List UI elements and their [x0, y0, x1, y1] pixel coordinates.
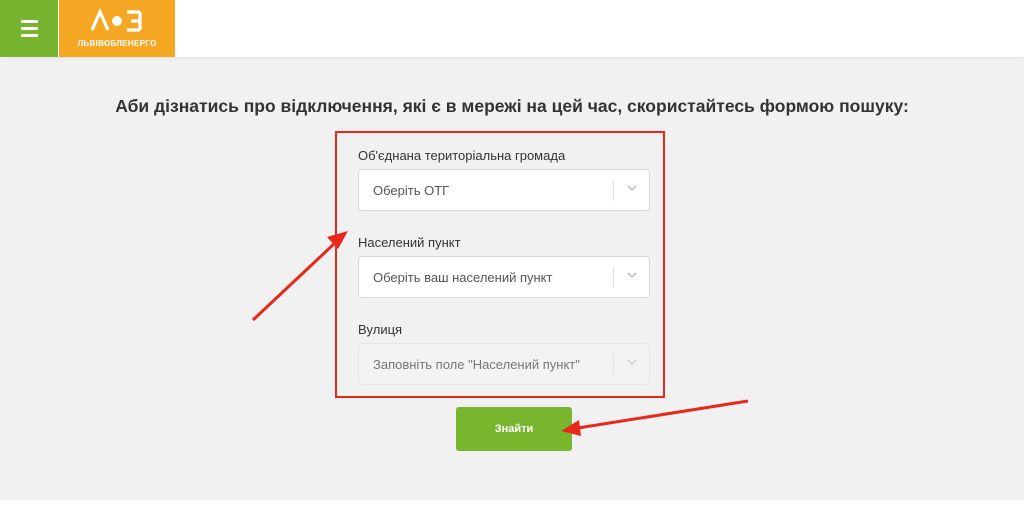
- chevron-down-icon[interactable]: [627, 185, 637, 192]
- street-label: Вулиця: [358, 322, 403, 337]
- page-title: Аби дізнатись про відключення, які є в м…: [115, 96, 909, 116]
- logo-text: ЛЬВІВОБЛЕНЕРГО: [77, 39, 157, 48]
- select-separator: [613, 354, 614, 375]
- menu-icon-bar-2: [21, 27, 38, 30]
- menu-button[interactable]: [0, 0, 58, 57]
- select-separator: [613, 267, 614, 288]
- chevron-down-icon: [627, 359, 637, 365]
- menu-icon-bar-1: [21, 20, 38, 23]
- search-button[interactable]: Знайти: [456, 407, 572, 451]
- menu-icon-bar-3: [21, 34, 38, 37]
- street-select-value: Заповніть поле "Населений пункт": [373, 357, 580, 372]
- annotation-arrow-left: [251, 231, 348, 322]
- settlement-select[interactable]: Оберіть ваш населений пункт: [358, 256, 650, 298]
- select-separator: [613, 180, 614, 201]
- site-header: ЛЬВІВОБЛЕНЕРГО: [0, 0, 1024, 57]
- settlement-select-value: Оберіть ваш населений пункт: [373, 270, 553, 285]
- otg-select[interactable]: Оберіть ОТГ: [358, 169, 650, 211]
- footer-strip: [0, 500, 1024, 518]
- logo-mark-icon: [90, 8, 142, 32]
- chevron-down-icon[interactable]: [627, 272, 637, 279]
- otg-label: Об'єднана територіальна громада: [358, 148, 566, 163]
- settlement-label: Населений пункт: [358, 235, 461, 250]
- street-select[interactable]: Заповніть поле "Населений пункт": [358, 343, 650, 385]
- logo[interactable]: ЛЬВІВОБЛЕНЕРГО: [59, 0, 175, 57]
- annotation-arrow-right: [561, 399, 749, 436]
- otg-select-value: Оберіть ОТГ: [373, 183, 450, 198]
